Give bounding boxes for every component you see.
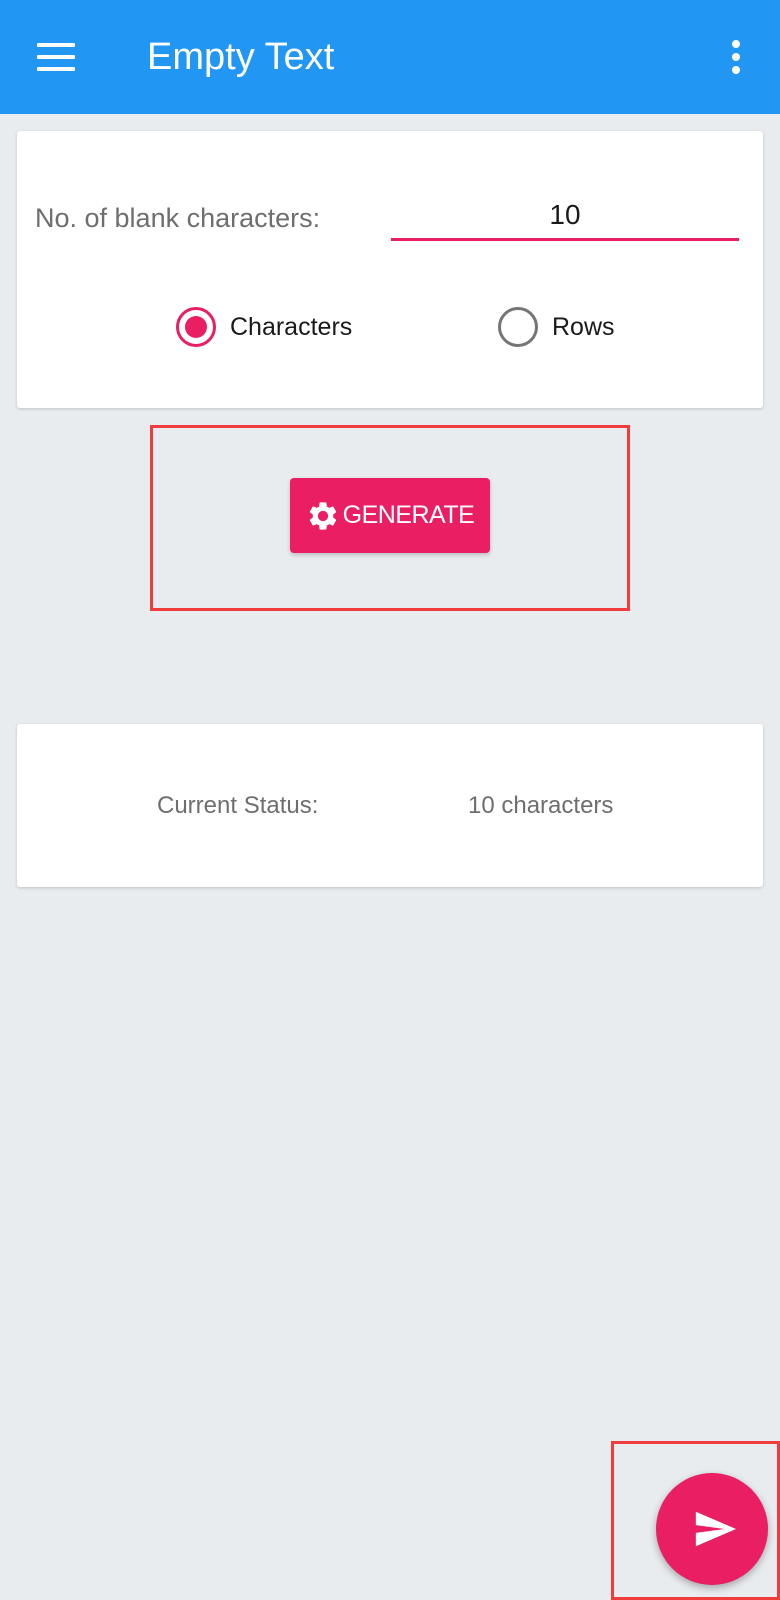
- hamburger-menu-icon[interactable]: [30, 37, 82, 77]
- blank-characters-input[interactable]: [391, 191, 739, 241]
- status-card: Current Status: 10 characters: [17, 724, 763, 887]
- radio-checked-icon: [176, 307, 216, 347]
- radio-characters[interactable]: Characters: [176, 307, 352, 347]
- generate-button[interactable]: GENERATE: [290, 478, 490, 553]
- status-value: 10 characters: [468, 792, 614, 819]
- generate-button-label: GENERATE: [342, 501, 475, 529]
- settings-card: No. of blank characters: Characters Rows: [17, 131, 763, 408]
- send-fab-button[interactable]: [656, 1473, 768, 1585]
- gear-icon: [306, 499, 340, 533]
- blank-characters-label: No. of blank characters:: [35, 203, 321, 233]
- app-title: Empty Text: [147, 36, 335, 78]
- radio-rows-label: Rows: [552, 312, 615, 341]
- app-bar: Empty Text: [0, 0, 780, 114]
- more-vertical-icon[interactable]: [722, 36, 750, 78]
- radio-unchecked-icon: [498, 307, 538, 347]
- status-label: Current Status:: [157, 792, 319, 819]
- radio-characters-label: Characters: [230, 312, 353, 341]
- radio-rows[interactable]: Rows: [498, 307, 615, 347]
- send-icon: [692, 1506, 738, 1552]
